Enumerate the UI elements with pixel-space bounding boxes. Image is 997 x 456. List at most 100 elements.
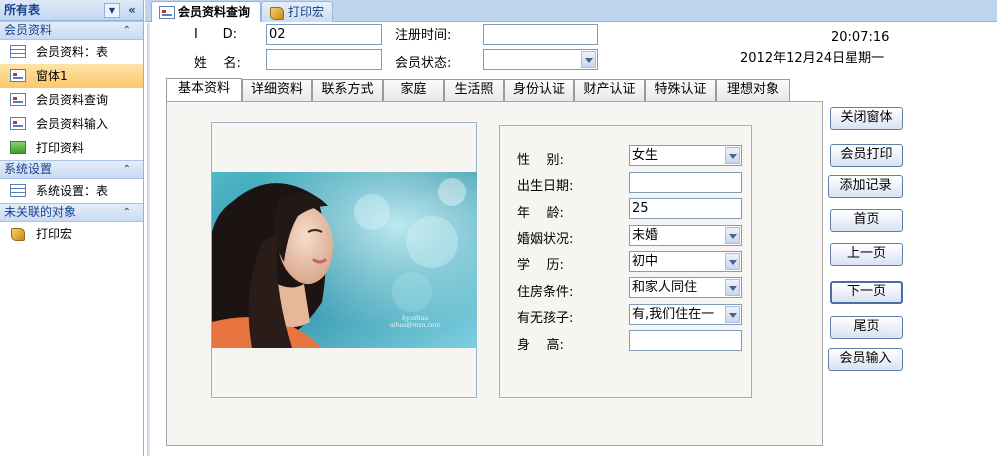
education-label: 学 历:	[517, 258, 564, 273]
doc-tab-print-macro[interactable]: 打印宏	[261, 1, 333, 22]
age-label: 年 龄:	[517, 206, 564, 221]
first-page-button[interactable]: 首页	[830, 209, 903, 232]
nav-group-unrelated-objects[interactable]: 未关联的对象 ⌃	[0, 203, 143, 222]
nav-item-member-table[interactable]: 会员资料：表	[0, 40, 143, 64]
chevron-down-icon[interactable]	[725, 306, 740, 323]
member-input-button[interactable]: 会员输入	[828, 348, 903, 371]
education-select[interactable]: 初中	[629, 251, 742, 272]
marital-label: 婚姻状况:	[517, 232, 574, 247]
clock-time: 20:07:16	[831, 30, 890, 45]
children-label: 有无孩子:	[517, 311, 574, 326]
tab-page-basic-info: by:aihua aihua@msn.com 性 别: 女生 出生日期: 年 龄…	[166, 101, 823, 446]
report-icon	[10, 141, 26, 154]
nav-item-label: 会员资料查询	[36, 93, 109, 107]
nav-group-title: 会员资料	[4, 23, 53, 37]
nav-item-label: 系统设置：表	[36, 184, 109, 198]
housing-select[interactable]: 和家人同住	[629, 277, 742, 298]
birthdate-label: 出生日期:	[517, 179, 574, 194]
nav-item-label: 打印宏	[36, 227, 73, 241]
name-label: 姓 名:	[194, 56, 241, 71]
education-value: 初中	[632, 254, 659, 269]
chevron-down-icon[interactable]	[725, 279, 740, 296]
tab-life-photo[interactable]: 生活照	[444, 79, 504, 101]
navigation-pane: 所有表 ▼ « 会员资料 ⌃ 会员资料：表 窗体1 会员资料查询 会员资料输入 …	[0, 0, 144, 456]
tab-id-auth[interactable]: 身份认证	[504, 79, 574, 101]
member-photo-image: by:aihua aihua@msn.com	[212, 172, 477, 348]
reg-time-field[interactable]	[483, 24, 598, 45]
nav-item-label: 会员资料：表	[36, 45, 109, 59]
add-record-button[interactable]: 添加记录	[828, 175, 903, 198]
height-field[interactable]	[629, 330, 742, 351]
photo-frame: by:aihua aihua@msn.com	[211, 122, 477, 398]
nav-group-title: 系统设置	[4, 162, 53, 176]
tab-contact[interactable]: 联系方式	[312, 79, 383, 101]
id-field[interactable]: 02	[266, 24, 382, 45]
tab-basic-info[interactable]: 基本资料	[166, 78, 242, 102]
tab-family[interactable]: 家庭	[383, 79, 444, 101]
status-select[interactable]	[483, 49, 598, 70]
housing-label: 住房条件:	[517, 285, 574, 300]
housing-value: 和家人同住	[632, 280, 698, 295]
close-form-button[interactable]: 关闭窗体	[830, 107, 903, 130]
chevron-up-icon: ⌃	[122, 207, 131, 218]
marital-select[interactable]: 未婚	[629, 225, 742, 246]
doc-tab-label: 打印宏	[288, 5, 325, 19]
marital-value: 未婚	[632, 228, 659, 243]
nav-pane-header[interactable]: 所有表 ▼ «	[0, 0, 143, 21]
nav-item-label: 会员资料输入	[36, 117, 109, 131]
nav-item-member-query[interactable]: 会员资料查询	[0, 88, 143, 112]
doc-tab-member-query[interactable]: 会员资料查询	[151, 1, 261, 22]
chevron-down-icon[interactable]	[581, 51, 596, 68]
chevron-up-icon: ⌃	[122, 25, 131, 36]
chevron-up-icon: ⌃	[122, 164, 131, 175]
chevron-down-icon[interactable]	[725, 147, 740, 164]
tab-detail-info[interactable]: 详细资料	[242, 79, 312, 101]
member-print-button[interactable]: 会员打印	[830, 144, 903, 167]
nav-item-print-macro[interactable]: 打印宏	[0, 222, 143, 246]
query-form-icon	[10, 93, 26, 106]
gender-label: 性 别:	[517, 153, 564, 168]
nav-item-settings-table[interactable]: 系统设置：表	[0, 179, 143, 203]
nav-pane-title: 所有表	[4, 3, 41, 17]
birthdate-field[interactable]	[629, 172, 742, 193]
nav-item-print-data[interactable]: 打印资料	[0, 136, 143, 160]
macro-icon	[269, 6, 285, 20]
form-icon	[10, 69, 26, 82]
member-query-form: I D: 02 姓 名: 注册时间: 会员状态: 20:07:16 2012年1…	[145, 23, 997, 456]
next-page-button[interactable]: 下一页	[830, 281, 903, 304]
children-select[interactable]: 有,我们住在一	[629, 304, 742, 325]
last-page-button[interactable]: 尾页	[830, 316, 903, 339]
nav-group-title: 未关联的对象	[4, 205, 77, 219]
reg-time-label: 注册时间:	[395, 28, 452, 43]
doc-tab-label: 会员资料查询	[178, 5, 251, 19]
id-label: I D:	[194, 27, 238, 42]
previous-page-button[interactable]: 上一页	[830, 243, 903, 266]
name-field[interactable]	[266, 49, 382, 70]
clock-date: 2012年12月24日星期一	[740, 51, 885, 66]
nav-item-label: 窗体1	[36, 69, 68, 83]
table-icon	[10, 45, 26, 58]
tab-ideal-partner[interactable]: 理想对象	[716, 79, 790, 101]
basic-info-panel: 性 别: 女生 出生日期: 年 龄: 25 婚姻状况: 未婚 学 历: 初中 住…	[499, 125, 752, 398]
nav-item-member-input[interactable]: 会员资料输入	[0, 112, 143, 136]
chevron-down-icon[interactable]: ▼	[104, 3, 120, 18]
nav-item-label: 打印资料	[36, 141, 85, 155]
table-icon	[10, 184, 26, 197]
gender-select[interactable]: 女生	[629, 145, 742, 166]
nav-group-member-data[interactable]: 会员资料 ⌃	[0, 21, 143, 40]
macro-icon	[10, 227, 26, 241]
collapse-pane-icon[interactable]: «	[124, 2, 140, 19]
form-icon	[10, 117, 26, 130]
chevron-down-icon[interactable]	[725, 227, 740, 244]
status-label: 会员状态:	[395, 56, 452, 71]
query-form-icon	[159, 6, 175, 19]
member-photo[interactable]: by:aihua aihua@msn.com	[212, 172, 477, 348]
document-tab-bar: 会员资料查询 打印宏	[145, 0, 997, 22]
nav-item-form1[interactable]: 窗体1	[0, 64, 143, 88]
age-field[interactable]: 25	[629, 198, 742, 219]
tab-property-auth[interactable]: 财产认证	[574, 79, 645, 101]
gender-value: 女生	[632, 148, 659, 163]
tab-special-auth[interactable]: 特殊认证	[645, 79, 716, 101]
chevron-down-icon[interactable]	[725, 253, 740, 270]
nav-group-system-settings[interactable]: 系统设置 ⌃	[0, 160, 143, 179]
